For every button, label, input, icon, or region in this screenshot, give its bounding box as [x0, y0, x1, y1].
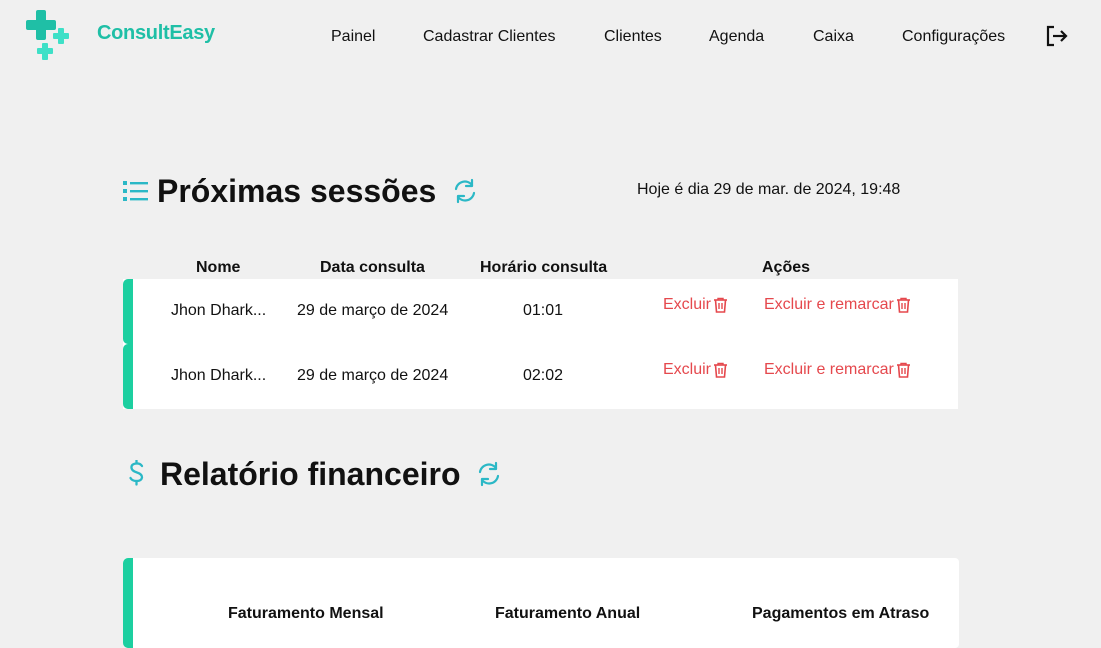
- reschedule-label: Excluir e remarcar: [764, 361, 894, 378]
- trash-icon: [896, 362, 910, 378]
- trash-icon: [896, 297, 910, 313]
- row-accent-bar: [123, 344, 133, 409]
- trash-icon: [714, 362, 728, 378]
- monthly-revenue-label: Faturamento Mensal: [228, 605, 384, 622]
- session-date: 29 de março de 2024: [297, 302, 449, 319]
- logout-button[interactable]: [1045, 25, 1069, 47]
- column-header-horario: Horário consulta: [480, 259, 608, 276]
- column-header-data: Data consulta: [320, 259, 425, 276]
- finance-card: Faturamento Mensal Faturamento Anual Pag…: [123, 558, 959, 648]
- finance-title: Relatório financeiro: [160, 456, 461, 492]
- nav-item-configuracoes[interactable]: Configurações: [902, 28, 1005, 46]
- nav-item-cadastrar-clientes[interactable]: Cadastrar Clientes: [423, 28, 556, 46]
- column-header-nome: Nome: [196, 259, 241, 276]
- nav-item-agenda[interactable]: Agenda: [709, 28, 764, 46]
- main-nav: Painel Cadastrar Clientes Clientes Agend…: [0, 28, 1101, 48]
- sessions-title: Próximas sessões: [157, 173, 437, 209]
- nav-item-painel[interactable]: Painel: [331, 28, 375, 46]
- session-client-name: Jhon Dhark...: [171, 367, 267, 384]
- delete-label: Excluir: [663, 296, 712, 313]
- row-accent-bar: [123, 279, 133, 344]
- delete-button[interactable]: Excluir: [663, 361, 728, 379]
- table-row: Jhon Dhark... 29 de março de 2024 01:01 …: [123, 279, 958, 344]
- table-row: Jhon Dhark... 29 de março de 2024 02:02 …: [123, 344, 958, 409]
- finance-accent-bar: [123, 558, 133, 648]
- nav-item-clientes[interactable]: Clientes: [604, 28, 662, 46]
- session-date: 29 de março de 2024: [297, 367, 449, 384]
- delete-label: Excluir: [663, 361, 712, 378]
- refresh-icon[interactable]: [476, 461, 502, 487]
- header: ConsultEasy Painel Cadastrar Clientes Cl…: [0, 0, 1101, 75]
- refresh-icon[interactable]: [452, 178, 478, 204]
- list-icon: [123, 181, 148, 201]
- session-time: 01:01: [523, 302, 564, 319]
- trash-icon: [714, 297, 728, 313]
- session-time: 02:02: [523, 367, 564, 384]
- overdue-payments-label: Pagamentos em Atraso: [752, 605, 930, 622]
- dollar-icon: [129, 460, 144, 486]
- delete-button[interactable]: Excluir: [663, 296, 728, 314]
- delete-and-reschedule-button[interactable]: Excluir e remarcar: [764, 296, 911, 314]
- session-client-name: Jhon Dhark...: [171, 302, 267, 319]
- delete-and-reschedule-button[interactable]: Excluir e remarcar: [764, 361, 911, 379]
- column-header-acoes: Ações: [762, 259, 811, 276]
- logout-icon: [1046, 25, 1068, 47]
- nav-item-caixa[interactable]: Caixa: [813, 28, 854, 46]
- annual-revenue-label: Faturamento Anual: [495, 605, 641, 622]
- reschedule-label: Excluir e remarcar: [764, 296, 894, 313]
- today-date-text: Hoje é dia 29 de mar. de 2024, 19:48: [637, 181, 901, 198]
